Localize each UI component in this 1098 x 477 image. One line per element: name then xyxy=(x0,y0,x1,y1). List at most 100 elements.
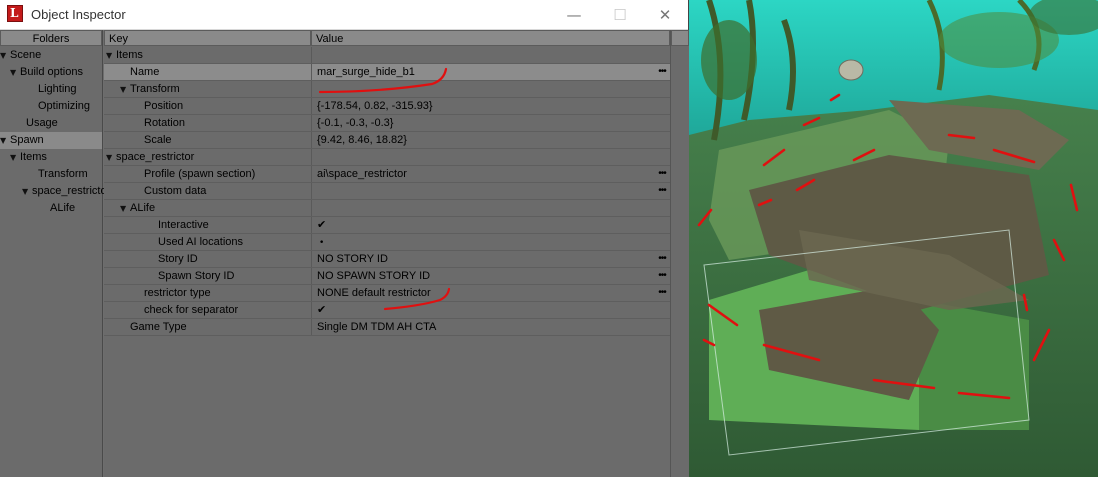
property-key: restrictor type xyxy=(104,285,341,301)
expand-triangle-icon[interactable]: ▼ xyxy=(120,201,130,216)
property-row[interactable]: ▼ ALife xyxy=(104,200,670,217)
folder-item-label: Optimizing xyxy=(38,100,90,112)
ellipsis-button[interactable] xyxy=(656,234,668,250)
property-row[interactable]: Used AI locations • xyxy=(104,234,670,251)
property-value[interactable]: NONE default restrictor ••• xyxy=(311,285,670,301)
folder-item[interactable]: ▼ Items xyxy=(0,149,112,166)
key-column-header[interactable]: Key xyxy=(104,30,311,46)
property-key: Profile (spawn section) xyxy=(104,166,341,182)
expand-triangle-icon[interactable]: ▼ xyxy=(106,150,116,165)
folder-item[interactable]: ▼ Spawn xyxy=(0,132,102,149)
property-row[interactable]: Custom data ••• xyxy=(104,183,670,200)
ellipsis-button[interactable] xyxy=(656,149,668,165)
property-value[interactable] xyxy=(311,200,670,216)
maximize-button[interactable]: ☐ xyxy=(597,0,643,29)
expand-triangle-icon[interactable]: ▼ xyxy=(10,64,20,81)
property-value[interactable]: {-0.1, -0.3, -0.3} xyxy=(311,115,670,131)
expand-triangle-icon[interactable]: ▼ xyxy=(0,132,10,149)
property-value[interactable]: ••• xyxy=(311,183,670,199)
expand-triangle-icon[interactable]: ▼ xyxy=(10,149,20,166)
property-value-text: {-0.1, -0.3, -0.3} xyxy=(317,117,394,129)
property-row[interactable]: Interactive ✔ xyxy=(104,217,670,234)
expand-triangle-icon[interactable]: ▼ xyxy=(22,183,32,200)
property-key-label: Name xyxy=(130,66,160,78)
folder-item[interactable]: ▼ Scene xyxy=(0,47,102,64)
3d-viewport[interactable] xyxy=(689,0,1098,477)
property-value[interactable] xyxy=(311,47,670,63)
ellipsis-button[interactable]: ••• xyxy=(656,251,668,267)
property-key-label: Spawn Story ID xyxy=(158,270,235,282)
property-value[interactable] xyxy=(311,81,670,97)
property-key-label: space_restrictor xyxy=(116,151,195,163)
ellipsis-button[interactable]: ••• xyxy=(656,183,668,199)
property-row[interactable]: Game Type Single DM TDM AH CTA xyxy=(104,319,670,336)
property-value[interactable]: ✔ xyxy=(311,217,670,233)
ellipsis-button[interactable] xyxy=(656,81,668,97)
ellipsis-button[interactable]: ••• xyxy=(656,64,668,80)
property-row[interactable]: Rotation {-0.1, -0.3, -0.3} xyxy=(104,115,670,132)
checkmark-icon: ✔ xyxy=(317,218,327,231)
ellipsis-button[interactable]: ••• xyxy=(656,285,668,301)
property-row[interactable]: check for separator ✔ xyxy=(104,302,670,319)
value-column-header[interactable]: Value xyxy=(311,30,670,46)
property-row[interactable]: Story ID NO STORY ID ••• xyxy=(104,251,670,268)
ellipsis-button[interactable]: ••• xyxy=(656,268,668,284)
property-grid: Key Value ▼ Items Name mar_surge_hide_b1 •••… xyxy=(104,30,670,477)
folder-item-label: Items xyxy=(20,151,47,163)
property-key: ▼ Transform xyxy=(104,81,327,97)
expand-triangle-icon[interactable]: ▼ xyxy=(120,82,130,97)
ellipsis-button[interactable] xyxy=(656,47,668,63)
close-button[interactable]: ✕ xyxy=(642,0,688,29)
checkmark-icon: ✔ xyxy=(317,303,327,316)
property-row[interactable]: ▼ space_restrictor xyxy=(104,149,670,166)
property-key-label: Interactive xyxy=(158,219,209,231)
property-key: Game Type xyxy=(104,319,327,335)
property-value[interactable]: Single DM TDM AH CTA xyxy=(311,319,670,335)
property-row[interactable]: restrictor type NONE default restrictor ••… xyxy=(104,285,670,302)
property-row[interactable]: Position {-178.54, 0.82, -315.93} xyxy=(104,98,670,115)
property-row[interactable]: ▼ Items xyxy=(104,47,670,64)
folder-item-label: space_restrictor xyxy=(32,185,111,197)
title-bar[interactable]: L Object Inspector — ☐ ✕ xyxy=(0,0,688,30)
property-key: Position xyxy=(104,98,341,114)
ellipsis-button[interactable] xyxy=(656,302,668,318)
property-row[interactable]: Scale {9.42, 8.46, 18.82} xyxy=(104,132,670,149)
property-value[interactable]: ✔ xyxy=(311,302,670,318)
property-key-label: Custom data xyxy=(144,185,207,197)
property-key-label: Rotation xyxy=(144,117,185,129)
property-value-text: {9.42, 8.46, 18.82} xyxy=(317,134,407,146)
folders-header[interactable]: Folders xyxy=(0,30,102,46)
property-value[interactable]: ai\space_restrictor ••• xyxy=(311,166,670,182)
minimize-button[interactable]: — xyxy=(551,0,597,29)
property-key-label: check for separator xyxy=(144,304,239,316)
property-value[interactable]: {-178.54, 0.82, -315.93} xyxy=(311,98,670,114)
property-key: Custom data xyxy=(104,183,341,199)
property-value[interactable]: {9.42, 8.46, 18.82} xyxy=(311,132,670,148)
property-row[interactable]: Spawn Story ID NO SPAWN STORY ID ••• xyxy=(104,268,670,285)
property-key-label: Items xyxy=(116,49,143,61)
property-key: ▼ Items xyxy=(104,47,313,63)
property-value[interactable]: • xyxy=(311,234,670,250)
ellipsis-button[interactable] xyxy=(656,319,668,335)
property-value[interactable]: NO SPAWN STORY ID ••• xyxy=(311,268,670,284)
property-row[interactable]: Name mar_surge_hide_b1 ••• xyxy=(104,64,670,81)
expand-triangle-icon[interactable]: ▼ xyxy=(106,48,116,63)
property-value-text: NONE default restrictor xyxy=(317,287,431,299)
property-key-label: restrictor type xyxy=(144,287,211,299)
ellipsis-button[interactable] xyxy=(656,217,668,233)
expand-triangle-icon[interactable]: ▼ xyxy=(0,47,10,64)
property-row[interactable]: Profile (spawn section) ai\space_restrict… xyxy=(104,166,670,183)
folder-item[interactable]: Usage xyxy=(0,115,118,132)
property-value[interactable]: NO STORY ID ••• xyxy=(311,251,670,267)
property-value[interactable] xyxy=(311,149,670,165)
property-key: Name xyxy=(104,64,327,80)
ellipsis-button[interactable] xyxy=(656,98,668,114)
ellipsis-button[interactable] xyxy=(656,132,668,148)
grid-scrollbar[interactable] xyxy=(670,30,689,477)
ellipsis-button[interactable] xyxy=(656,115,668,131)
ellipsis-button[interactable]: ••• xyxy=(656,166,668,182)
property-row[interactable]: ▼ Transform xyxy=(104,81,670,98)
folder-item[interactable]: ▼ Build options xyxy=(0,64,112,81)
ellipsis-button[interactable] xyxy=(656,200,668,216)
property-value[interactable]: mar_surge_hide_b1 ••• xyxy=(311,64,670,80)
